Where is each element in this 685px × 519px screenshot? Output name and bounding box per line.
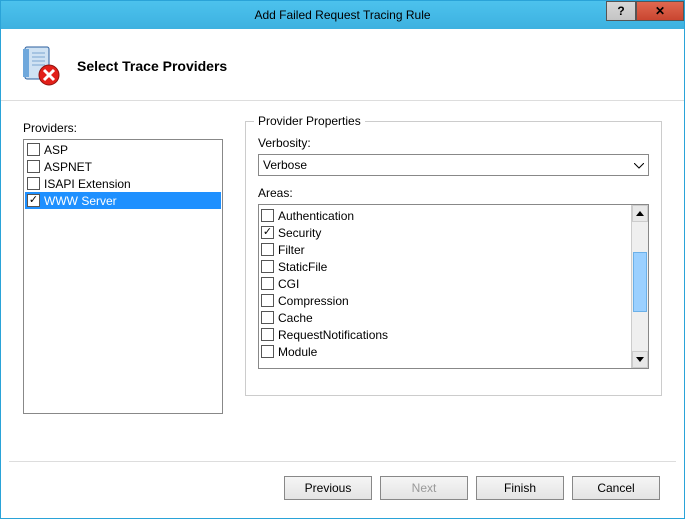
close-icon: ✕	[655, 4, 665, 18]
finish-button[interactable]: Finish	[476, 476, 564, 500]
provider-item[interactable]: ISAPI Extension	[25, 175, 221, 192]
area-item[interactable]: Security	[261, 224, 629, 241]
provider-checkbox[interactable]	[27, 194, 40, 207]
area-item[interactable]: RequestNotifications	[261, 326, 629, 343]
area-checkbox[interactable]	[261, 294, 274, 307]
content-area: Providers: ASP ASPNET ISAPI Extension WWW S…	[1, 101, 684, 436]
page-title: Select Trace Providers	[77, 58, 227, 74]
provider-checkbox[interactable]	[27, 177, 40, 190]
providers-label: Providers:	[23, 121, 223, 135]
area-checkbox[interactable]	[261, 311, 274, 324]
provider-checkbox[interactable]	[27, 143, 40, 156]
verbosity-field: Verbosity: Verbose	[258, 136, 649, 176]
area-item[interactable]: Cache	[261, 309, 629, 326]
scroll-track[interactable]	[632, 222, 648, 351]
areas-label: Areas:	[258, 186, 649, 200]
verbosity-value: Verbose	[263, 158, 307, 172]
window-title: Add Failed Request Tracing Rule	[254, 8, 430, 22]
area-item-label: Authentication	[278, 209, 354, 223]
area-item[interactable]: StaticFile	[261, 258, 629, 275]
provider-item-label: WWW Server	[44, 194, 117, 208]
area-item-label: Security	[278, 226, 321, 240]
scroll-thumb[interactable]	[633, 252, 647, 312]
cancel-button[interactable]: Cancel	[572, 476, 660, 500]
group-legend: Provider Properties	[254, 114, 365, 128]
areas-scrollbar[interactable]	[631, 205, 648, 368]
area-item-label: CGI	[278, 277, 299, 291]
areas-field: Areas: Authentication Security Filter Stati…	[258, 186, 649, 369]
chevron-down-icon	[634, 158, 644, 172]
wizard-header: Select Trace Providers	[1, 29, 684, 101]
area-item[interactable]: Module	[261, 343, 629, 360]
area-checkbox[interactable]	[261, 226, 274, 239]
provider-checkbox[interactable]	[27, 160, 40, 173]
area-item-label: Filter	[278, 243, 305, 257]
providers-listbox[interactable]: ASP ASPNET ISAPI Extension WWW Server	[23, 139, 223, 414]
area-item-label: Cache	[278, 311, 313, 325]
verbosity-label: Verbosity:	[258, 136, 649, 150]
area-checkbox[interactable]	[261, 277, 274, 290]
separator	[9, 461, 676, 462]
providers-column: Providers: ASP ASPNET ISAPI Extension WWW S…	[23, 121, 223, 426]
provider-item[interactable]: ASPNET	[25, 158, 221, 175]
help-button[interactable]: ?	[606, 1, 636, 21]
wizard-buttons: Previous Next Finish Cancel	[284, 476, 660, 500]
provider-item-label: ISAPI Extension	[44, 177, 131, 191]
provider-item[interactable]: ASP	[25, 141, 221, 158]
properties-column: Provider Properties Verbosity: Verbose A…	[245, 121, 662, 426]
area-item-label: StaticFile	[278, 260, 327, 274]
area-checkbox[interactable]	[261, 328, 274, 341]
area-item[interactable]: Filter	[261, 241, 629, 258]
provider-item-label: ASP	[44, 143, 68, 157]
area-item[interactable]: Authentication	[261, 207, 629, 224]
area-item[interactable]: CGI	[261, 275, 629, 292]
area-checkbox[interactable]	[261, 209, 274, 222]
tracing-icon	[19, 45, 61, 87]
scroll-down-button[interactable]	[632, 351, 648, 368]
area-item-label: Compression	[278, 294, 349, 308]
provider-properties-group: Provider Properties Verbosity: Verbose A…	[245, 121, 662, 396]
titlebar: Add Failed Request Tracing Rule ? ✕	[1, 1, 684, 29]
area-item-label: Module	[278, 345, 317, 359]
dialog-window: Add Failed Request Tracing Rule ? ✕ Sele…	[0, 0, 685, 519]
previous-button[interactable]: Previous	[284, 476, 372, 500]
close-button[interactable]: ✕	[636, 1, 684, 21]
area-item-label: RequestNotifications	[278, 328, 388, 342]
area-checkbox[interactable]	[261, 243, 274, 256]
areas-listbox[interactable]: Authentication Security Filter StaticFile CG…	[258, 204, 649, 369]
area-item[interactable]: Compression	[261, 292, 629, 309]
help-icon: ?	[617, 4, 624, 18]
verbosity-select[interactable]: Verbose	[258, 154, 649, 176]
provider-item[interactable]: WWW Server	[25, 192, 221, 209]
area-checkbox[interactable]	[261, 260, 274, 273]
titlebar-buttons: ? ✕	[606, 1, 684, 23]
provider-item-label: ASPNET	[44, 160, 92, 174]
next-button: Next	[380, 476, 468, 500]
scroll-up-button[interactable]	[632, 205, 648, 222]
area-checkbox[interactable]	[261, 345, 274, 358]
